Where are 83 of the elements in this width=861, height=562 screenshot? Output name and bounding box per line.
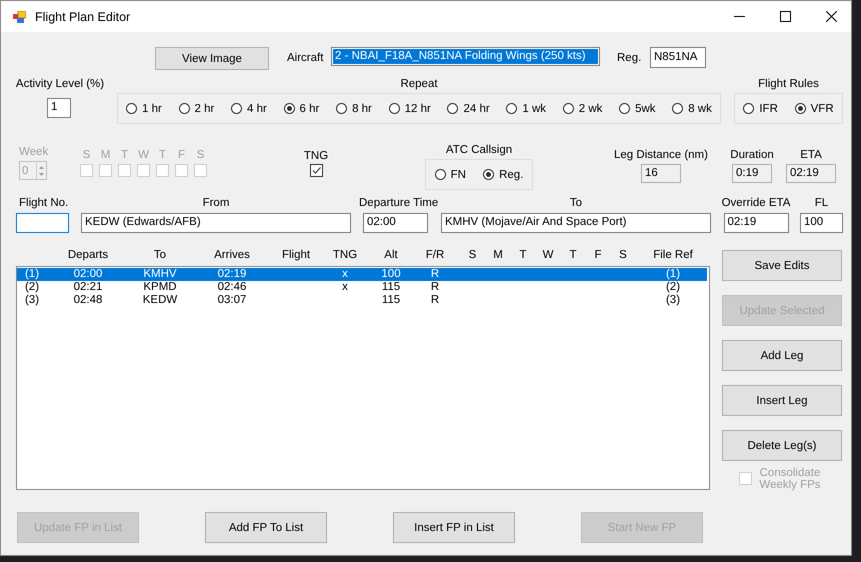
tng-label: TNG <box>304 149 328 163</box>
column-header[interactable]: Alt <box>371 248 411 264</box>
repeat-radio[interactable]: 24 hr <box>447 102 490 114</box>
eta-field: 02:19 <box>786 164 836 183</box>
leg-row[interactable]: (1) 02:00 KMHV 02:19 x 100 R (1) <box>17 268 707 281</box>
column-header[interactable]: Arrives <box>191 248 273 264</box>
side-button[interactable]: Delete Leg(s) <box>722 430 842 461</box>
tng-checkbox[interactable] <box>310 164 322 177</box>
flight-rules-radio[interactable]: VFR <box>794 102 834 114</box>
aircraft-field[interactable]: 2 - NBAI_F18A_N851NA Folding Wings (250 kts) <box>331 47 600 66</box>
atc-callsign-radio[interactable]: FN <box>434 168 466 180</box>
leg-distance-label: Leg Distance (nm) <box>614 148 708 162</box>
day-label: T <box>120 148 128 162</box>
reg-field[interactable]: N851NA <box>650 47 706 68</box>
column-header[interactable]: W <box>536 248 560 264</box>
consolidate-label: Consolidate Weekly FPs <box>758 467 822 491</box>
day-label: S <box>82 148 90 162</box>
activity-level-label: Activity Level (%) <box>16 77 104 91</box>
repeat-radio[interactable]: 2 hr <box>178 102 214 114</box>
atc-callsign-label: ATC Callsign <box>446 143 512 157</box>
column-header[interactable]: T <box>560 248 586 264</box>
side-button[interactable]: Add Leg <box>722 340 842 371</box>
repeat-radio[interactable]: 5wk <box>619 102 656 114</box>
column-header[interactable]: F <box>586 248 610 264</box>
from-field[interactable]: KEDW (Edwards/AFB) <box>81 213 351 233</box>
day-label: W <box>138 148 149 162</box>
fl-field[interactable]: 100 <box>800 213 843 233</box>
view-image-button[interactable]: View Image <box>155 47 269 70</box>
column-header[interactable]: File Ref <box>636 248 710 264</box>
maximize-icon[interactable] <box>780 11 791 22</box>
eta-label: ETA <box>800 148 822 162</box>
activity-level-field[interactable]: 1 <box>47 98 71 118</box>
departure-time-field[interactable]: 02:00 <box>363 213 428 233</box>
column-header[interactable]: TNG <box>319 248 371 264</box>
side-button[interactable]: Save Edits <box>722 250 842 281</box>
column-header[interactable]: M <box>486 248 510 264</box>
day-label: M <box>100 148 110 162</box>
duration-field: 0:19 <box>732 164 772 183</box>
column-header[interactable]: S <box>459 248 486 264</box>
window-title: Flight Plan Editor <box>35 10 130 24</box>
to-field[interactable]: KMHV (Mojave/Air And Space Port) <box>441 213 711 233</box>
legs-list[interactable]: (1) 02:00 KMHV 02:19 x 100 R (1) (2) 02:21 KPMD 02:46 x 115 R (2) (3) 02:48 KEDW 03:07 115 R (3) <box>16 266 710 490</box>
flight-no-field[interactable] <box>16 213 69 233</box>
column-header[interactable]: F/R <box>411 248 459 264</box>
column-header[interactable]: T <box>510 248 536 264</box>
day-label: F <box>178 148 186 162</box>
flight-rules-radio[interactable]: IFR <box>743 102 778 114</box>
bottom-button[interactable]: Insert FP in List <box>393 512 515 543</box>
column-header[interactable]: Flight <box>273 248 319 264</box>
departure-time-label: Departure Time <box>359 196 438 210</box>
repeat-radio[interactable]: 12 hr <box>388 102 431 114</box>
column-header[interactable]: To <box>129 248 191 264</box>
repeat-radio[interactable]: 2 wk <box>562 102 602 114</box>
aircraft-label: Aircraft <box>287 51 324 65</box>
repeat-label: Repeat <box>400 77 438 91</box>
from-label: From <box>202 196 230 210</box>
atc-callsign-radio[interactable]: Reg. <box>483 168 524 180</box>
repeat-radio[interactable]: 4 hr <box>231 102 267 114</box>
column-header[interactable]: Departs <box>47 248 129 264</box>
flight-no-label: Flight No. <box>19 196 68 210</box>
leg-distance-field: 16 <box>641 164 681 183</box>
flight-rules-label: Flight Rules <box>758 77 819 91</box>
app-icon <box>13 10 26 22</box>
to-label: To <box>570 196 582 210</box>
day-label: T <box>158 148 166 162</box>
repeat-radio[interactable]: 6 hr <box>284 102 320 114</box>
repeat-radio[interactable]: 1 wk <box>506 102 546 114</box>
duration-label: Duration <box>730 148 774 162</box>
side-button[interactable]: Insert Leg <box>722 385 842 416</box>
override-eta-label: Override ETA <box>722 196 790 210</box>
repeat-radio[interactable]: 8 hr <box>336 102 372 114</box>
override-eta-field[interactable]: 02:19 <box>724 213 788 233</box>
fl-label: FL <box>814 196 828 210</box>
leg-row[interactable]: (3) 02:48 KEDW 03:07 115 R (3) <box>17 294 707 307</box>
week-label: Week <box>19 145 48 159</box>
column-header[interactable]: S <box>610 248 636 264</box>
leg-row[interactable]: (2) 02:21 KPMD 02:46 x 115 R (2) <box>17 281 707 294</box>
reg-label: Reg. <box>617 51 642 65</box>
bottom-button[interactable]: Add FP To List <box>205 512 327 543</box>
close-icon[interactable] <box>826 11 837 22</box>
day-label: S <box>196 148 204 162</box>
repeat-radio[interactable]: 8 wk <box>672 102 712 114</box>
repeat-radio[interactable]: 1 hr <box>126 102 162 114</box>
